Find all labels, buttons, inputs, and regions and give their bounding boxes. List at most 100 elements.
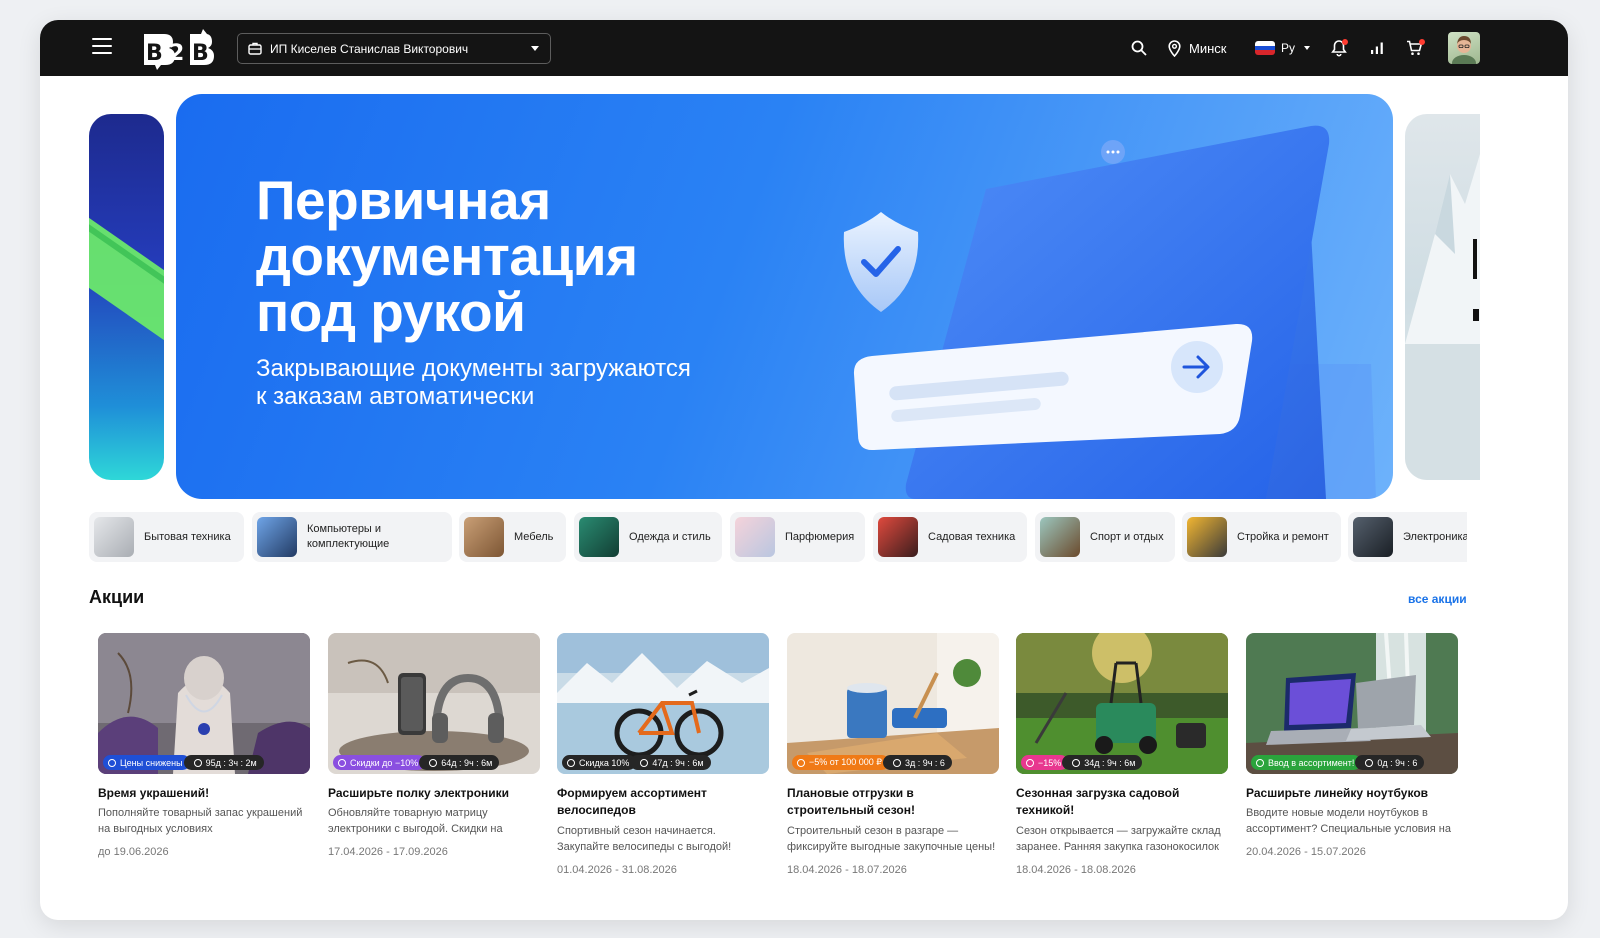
discount-badge: −15% bbox=[1021, 755, 1069, 770]
badge-label: Цены снижены bbox=[120, 757, 183, 768]
category-chip[interactable]: Садовая техника bbox=[873, 512, 1027, 562]
category-chip[interactable]: Компьютеры и комплектующие bbox=[252, 512, 452, 562]
timer-badge: 95д : 3ч : 2м bbox=[183, 755, 264, 770]
location-pin-icon bbox=[1168, 39, 1181, 57]
promo-card[interactable]: Ввод в ассортимент! 0д : 9ч : 6 Расширьт… bbox=[1246, 633, 1458, 903]
hero-subtitle-line: Закрывающие документы загружаются bbox=[256, 355, 691, 382]
discount-badge: Скидка 10% bbox=[562, 755, 637, 770]
promo-description: Пополняйте товарный запас украшений на в… bbox=[98, 807, 303, 835]
clock-icon bbox=[640, 758, 649, 767]
hero-title-line: Первичная bbox=[256, 169, 551, 231]
computer-icon bbox=[257, 517, 297, 557]
promo-title: Формируем ассортимент велосипедов bbox=[557, 786, 707, 817]
promo-title: Плановые отгрузки в строительный сезон! bbox=[787, 786, 915, 817]
banner-slide-prev[interactable] bbox=[89, 114, 164, 480]
hero-subtitle: Закрывающие документы загружаются к зака… bbox=[256, 355, 816, 411]
percent-icon bbox=[1256, 758, 1264, 767]
hero-title-line: под рукой bbox=[256, 281, 526, 343]
promo-title: Расширьте линейку ноутбуков bbox=[1246, 786, 1429, 800]
all-promos-link[interactable]: все акции bbox=[1408, 592, 1467, 606]
section-title: Акции bbox=[89, 587, 145, 607]
timer-badge: 3д : 9ч : 6 bbox=[882, 755, 952, 770]
russia-flag-icon bbox=[1255, 41, 1275, 55]
category-label: Электроника bbox=[1403, 530, 1467, 543]
timer-label: 3д : 9ч : 6 bbox=[904, 757, 945, 768]
city-name: Минск bbox=[1189, 40, 1227, 56]
category-strip: Бытовая техника Компьютеры и комплектующ… bbox=[89, 512, 1467, 562]
appliances-icon bbox=[94, 517, 134, 557]
clock-icon bbox=[429, 758, 438, 767]
promo-badges: Цены снижены 95д : 3ч : 2м bbox=[103, 755, 264, 770]
logo[interactable]: B 2 B bbox=[138, 28, 216, 70]
category-chip[interactable]: Спорт и отдых bbox=[1035, 512, 1175, 562]
promo-title: Сезонная загрузка садовой техникой! bbox=[1016, 786, 1180, 817]
language-selector[interactable]: Ру bbox=[1255, 36, 1311, 60]
clock-icon bbox=[1072, 758, 1081, 767]
hero-banner[interactable]: Первичная документация под рукой Закрыва… bbox=[176, 94, 1393, 499]
discount-badge: Скидки до −10% bbox=[333, 755, 426, 770]
notification-dot bbox=[1342, 39, 1348, 45]
lawnmower-icon bbox=[878, 517, 918, 557]
company-name: ИП Киселев Станислав Викторович bbox=[270, 41, 469, 56]
percent-icon bbox=[797, 758, 805, 767]
category-chip[interactable]: Стройка и ремонт bbox=[1182, 512, 1341, 562]
promo-badges: −15% 34д : 9ч : 6м bbox=[1021, 755, 1143, 770]
app-window: B 2 B ИП Киселев Станислав Викторович Ми… bbox=[40, 20, 1568, 920]
timer-label: 64д : 9ч : 6м bbox=[441, 757, 493, 768]
clock-icon bbox=[892, 758, 901, 767]
city-selector[interactable]: Минск bbox=[1168, 36, 1226, 60]
promo-badges: Скидка 10% 47д : 9ч : 6м bbox=[562, 755, 711, 770]
percent-icon bbox=[108, 758, 116, 767]
timer-label: 34д : 9ч : 6м bbox=[1084, 757, 1136, 768]
clock-icon bbox=[193, 758, 202, 767]
promo-image-laptops bbox=[1246, 633, 1458, 774]
avatar[interactable] bbox=[1448, 32, 1480, 64]
discount-badge: −5% от 100 000 ₽ bbox=[792, 755, 889, 770]
timer-badge: 34д : 9ч : 6м bbox=[1062, 755, 1143, 770]
promo-card[interactable]: −15% 34д : 9ч : 6м Сезонная загрузка сад… bbox=[1016, 633, 1228, 903]
percent-icon bbox=[338, 758, 346, 767]
promo-card[interactable]: Скидки до −10% 64д : 9ч : 6м Расширьте п… bbox=[328, 633, 540, 903]
notifications-bell-icon[interactable] bbox=[1329, 38, 1349, 58]
drill-icon bbox=[1187, 517, 1227, 557]
company-selector[interactable]: ИП Киселев Станислав Викторович bbox=[237, 33, 551, 64]
analytics-bars-icon[interactable] bbox=[1367, 38, 1387, 58]
promo-dates: 17.04.2026 - 17.09.2026 bbox=[328, 846, 448, 858]
clock-icon bbox=[1365, 758, 1374, 767]
percent-icon bbox=[567, 758, 575, 767]
promo-card[interactable]: Скидка 10% 47д : 9ч : 6м Формируем ассор… bbox=[557, 633, 769, 903]
timer-label: 47д : 9ч : 6м bbox=[652, 757, 704, 768]
category-label: Садовая техника bbox=[928, 530, 1016, 543]
discount-badge: Ввод в ассортимент! bbox=[1251, 755, 1362, 770]
category-chip[interactable]: Одежда и стиль bbox=[574, 512, 722, 562]
cart-dot bbox=[1419, 39, 1425, 45]
promo-description: Сезон открывается — загружайте склад зар… bbox=[1016, 825, 1221, 853]
search-icon[interactable] bbox=[1129, 38, 1149, 58]
timer-badge: 47д : 9ч : 6м bbox=[630, 755, 711, 770]
documents-illustration bbox=[843, 125, 1376, 499]
promo-card[interactable]: −5% от 100 000 ₽ 3д : 9ч : 6 Плановые от… bbox=[787, 633, 999, 903]
promo-dates: 18.04.2026 - 18.08.2026 bbox=[1016, 864, 1136, 876]
category-chip[interactable]: Мебель bbox=[459, 512, 566, 562]
badge-label: Ввод в ассортимент! bbox=[1268, 757, 1355, 768]
promo-description: Строительный сезон в разгаре — фиксируйт… bbox=[787, 825, 996, 853]
hero-title-line: документация bbox=[256, 225, 638, 287]
sport-icon bbox=[1040, 517, 1080, 557]
promo-dates: 01.04.2026 - 31.08.2026 bbox=[557, 864, 677, 876]
category-label: Компьютеры и комплектующие bbox=[307, 523, 390, 550]
category-label: Одежда и стиль bbox=[629, 530, 711, 543]
banner-slide-next[interactable] bbox=[1405, 114, 1480, 480]
promo-card[interactable]: Цены снижены 95д : 3ч : 2м Время украшен… bbox=[98, 633, 310, 903]
badge-label: −5% от 100 000 ₽ bbox=[809, 757, 882, 767]
menu-icon[interactable] bbox=[92, 38, 112, 54]
headphones-icon bbox=[1353, 517, 1393, 557]
cart-icon[interactable] bbox=[1404, 38, 1425, 58]
perfume-icon bbox=[735, 517, 775, 557]
promo-title: Расширьте полку электроники bbox=[328, 786, 510, 800]
promo-title: Время украшений! bbox=[98, 786, 210, 800]
category-chip[interactable]: Бытовая техника bbox=[89, 512, 244, 562]
chevron-down-icon bbox=[531, 46, 539, 51]
category-chip[interactable]: Электроника bbox=[1348, 512, 1467, 562]
furniture-icon bbox=[464, 517, 504, 557]
category-chip[interactable]: Парфюмерия bbox=[730, 512, 865, 562]
